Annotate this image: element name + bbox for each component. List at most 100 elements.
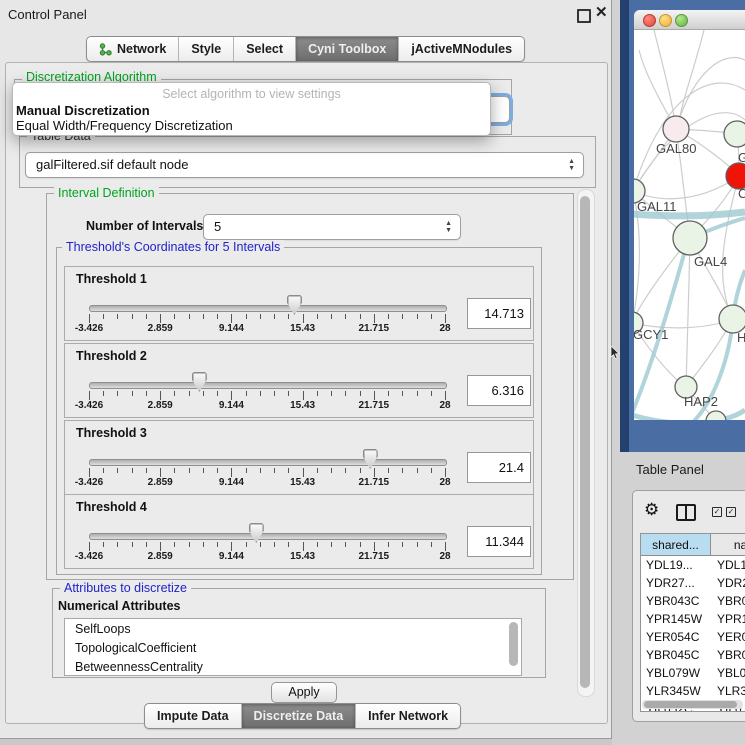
interval-definition-title: Interval Definition bbox=[54, 186, 159, 200]
threshold-slider-track[interactable] bbox=[89, 459, 447, 466]
close-icon[interactable]: ✕ bbox=[595, 3, 608, 21]
float-window-icon[interactable] bbox=[577, 9, 591, 23]
tick-mark bbox=[345, 468, 346, 473]
tick-mark bbox=[231, 468, 232, 477]
checkbox-icon[interactable]: ✓ bbox=[726, 507, 736, 517]
tick-label: -3.426 bbox=[75, 400, 103, 411]
tick-label: 9.144 bbox=[219, 551, 244, 562]
tab-infer-network[interactable]: Infer Network bbox=[355, 704, 460, 728]
network-node-gal80[interactable] bbox=[663, 116, 689, 142]
tick-mark bbox=[160, 468, 161, 477]
threshold-slider-track[interactable] bbox=[89, 305, 447, 312]
table-cell[interactable]: YDR27... bbox=[646, 574, 710, 592]
tab-cyni-toolbox[interactable]: Cyni Toolbox bbox=[295, 37, 398, 61]
tick-mark bbox=[374, 468, 375, 477]
tick-label: 9.144 bbox=[219, 400, 244, 411]
table-cell[interactable]: YBR045C bbox=[646, 646, 710, 664]
node-table[interactable]: shared... na YDL19...YDL1YDR27...YDR2YBR… bbox=[640, 533, 745, 712]
gear-icon[interactable]: ⚙ bbox=[644, 500, 659, 520]
table-cell[interactable]: YBR043C bbox=[646, 592, 710, 610]
tick-mark bbox=[431, 314, 432, 319]
attribute-item[interactable]: TopologicalCoefficient bbox=[75, 641, 196, 655]
table-data-combo-value: galFiltered.sif default node bbox=[36, 157, 188, 172]
network-window-titlebar[interactable] bbox=[634, 10, 745, 30]
threshold-value-field[interactable]: 11.344 bbox=[467, 526, 531, 557]
zoom-traffic-light-icon[interactable] bbox=[675, 14, 688, 27]
tick-mark bbox=[374, 391, 375, 400]
table-horizontal-scrollbar[interactable] bbox=[642, 700, 743, 709]
tab-jactivemnodules[interactable]: jActiveMNodules bbox=[398, 37, 524, 61]
network-canvas[interactable]: GAL80GACGAL11GAL4GCY1HHAP2 bbox=[634, 30, 745, 420]
tick-mark bbox=[360, 542, 361, 547]
tab-impute-data[interactable]: Impute Data bbox=[145, 704, 241, 728]
table-cell[interactable]: YER0 bbox=[717, 628, 745, 646]
spinner-arrows-icon: ▲▼ bbox=[445, 215, 452, 239]
threshold-box: Threshold 3-3.4262.8599.14415.4321.71528… bbox=[64, 420, 534, 495]
table-cell[interactable]: YBR0 bbox=[717, 646, 745, 664]
table-data-combo[interactable]: galFiltered.sif default node ▲▼ bbox=[25, 152, 584, 178]
tick-mark bbox=[417, 542, 418, 547]
tab-style[interactable]: Style bbox=[178, 37, 233, 61]
threshold-slider-handle[interactable] bbox=[287, 295, 302, 315]
attribute-item[interactable]: SelfLoops bbox=[75, 622, 131, 636]
panel-scrollbar-thumb[interactable] bbox=[580, 196, 590, 688]
popup-item[interactable]: Equal Width/Frequency Discretization bbox=[16, 118, 233, 133]
tab-network[interactable]: Network bbox=[87, 37, 178, 61]
threshold-slider-track[interactable] bbox=[89, 382, 447, 389]
checkbox-icon[interactable]: ✓ bbox=[712, 507, 722, 517]
network-node-h[interactable] bbox=[719, 305, 745, 333]
num-intervals-value: 5 bbox=[214, 219, 221, 234]
attributes-list[interactable]: SelfLoops TopologicalCoefficient Betweenne… bbox=[64, 618, 522, 676]
attributes-scrollbar-thumb[interactable] bbox=[509, 622, 518, 666]
tick-mark bbox=[117, 468, 118, 473]
table-cell[interactable]: YLR345W bbox=[646, 682, 710, 700]
tick-mark bbox=[303, 468, 304, 477]
panel-scrollbar[interactable] bbox=[577, 189, 595, 697]
tick-mark bbox=[174, 542, 175, 547]
tick-mark bbox=[132, 314, 133, 319]
threshold-slider-handle[interactable] bbox=[192, 372, 207, 392]
table-cell[interactable]: YBR0 bbox=[717, 592, 745, 610]
tick-label: -3.426 bbox=[75, 477, 103, 488]
attribute-item[interactable]: BetweennessCentrality bbox=[75, 660, 203, 674]
network-node-gal4[interactable] bbox=[673, 221, 707, 255]
popup-item[interactable]: Manual Discretization bbox=[16, 103, 150, 118]
tick-mark bbox=[402, 468, 403, 473]
tab-label: Style bbox=[191, 37, 221, 61]
table-cell[interactable]: YPR1 bbox=[717, 610, 745, 628]
table-cell[interactable]: YDR2 bbox=[717, 574, 745, 592]
apply-button[interactable]: Apply bbox=[271, 682, 337, 703]
mouse-cursor bbox=[610, 346, 622, 360]
threshold-value-field[interactable]: 14.713 bbox=[467, 298, 531, 329]
table-cell[interactable]: YPR145W bbox=[646, 610, 710, 628]
tick-mark bbox=[288, 391, 289, 396]
table-cell[interactable]: YDL1 bbox=[717, 556, 745, 574]
tick-mark bbox=[360, 314, 361, 319]
tab-select[interactable]: Select bbox=[233, 37, 295, 61]
close-traffic-light-icon[interactable] bbox=[643, 14, 656, 27]
threshold-slider-track[interactable] bbox=[89, 533, 447, 540]
node-label: GA bbox=[738, 150, 745, 165]
threshold-slider-handle[interactable] bbox=[363, 449, 378, 469]
tick-mark bbox=[417, 314, 418, 319]
threshold-box: Threshold 2-3.4262.8599.14415.4321.71528… bbox=[64, 343, 534, 418]
table-cell[interactable]: YER054C bbox=[646, 628, 710, 646]
threshold-value-field[interactable]: 6.316 bbox=[467, 375, 531, 406]
minimize-traffic-light-icon[interactable] bbox=[659, 14, 672, 27]
column-header-name[interactable]: na bbox=[711, 534, 745, 556]
column-header-shared-name[interactable]: shared... bbox=[641, 534, 711, 556]
tab-discretize-data[interactable]: Discretize Data bbox=[241, 704, 356, 728]
table-cell[interactable]: YBL0 bbox=[717, 664, 745, 682]
num-intervals-label: Number of Intervals bbox=[86, 219, 203, 233]
tick-label: 15.43 bbox=[290, 477, 315, 488]
threshold-slider-handle[interactable] bbox=[249, 523, 264, 543]
tab-label: jActiveMNodules bbox=[411, 37, 512, 61]
table-cell[interactable]: YBL079W bbox=[646, 664, 710, 682]
threshold-value-field[interactable]: 21.4 bbox=[467, 452, 531, 483]
num-intervals-combo[interactable]: 5 ▲▼ bbox=[203, 214, 461, 240]
columns-icon[interactable] bbox=[676, 504, 696, 521]
numerical-attributes-label: Numerical Attributes bbox=[58, 599, 180, 613]
table-cell[interactable]: YDL19... bbox=[646, 556, 710, 574]
table-cell[interactable]: YLR3 bbox=[717, 682, 745, 700]
network-node-ga[interactable] bbox=[724, 121, 745, 147]
